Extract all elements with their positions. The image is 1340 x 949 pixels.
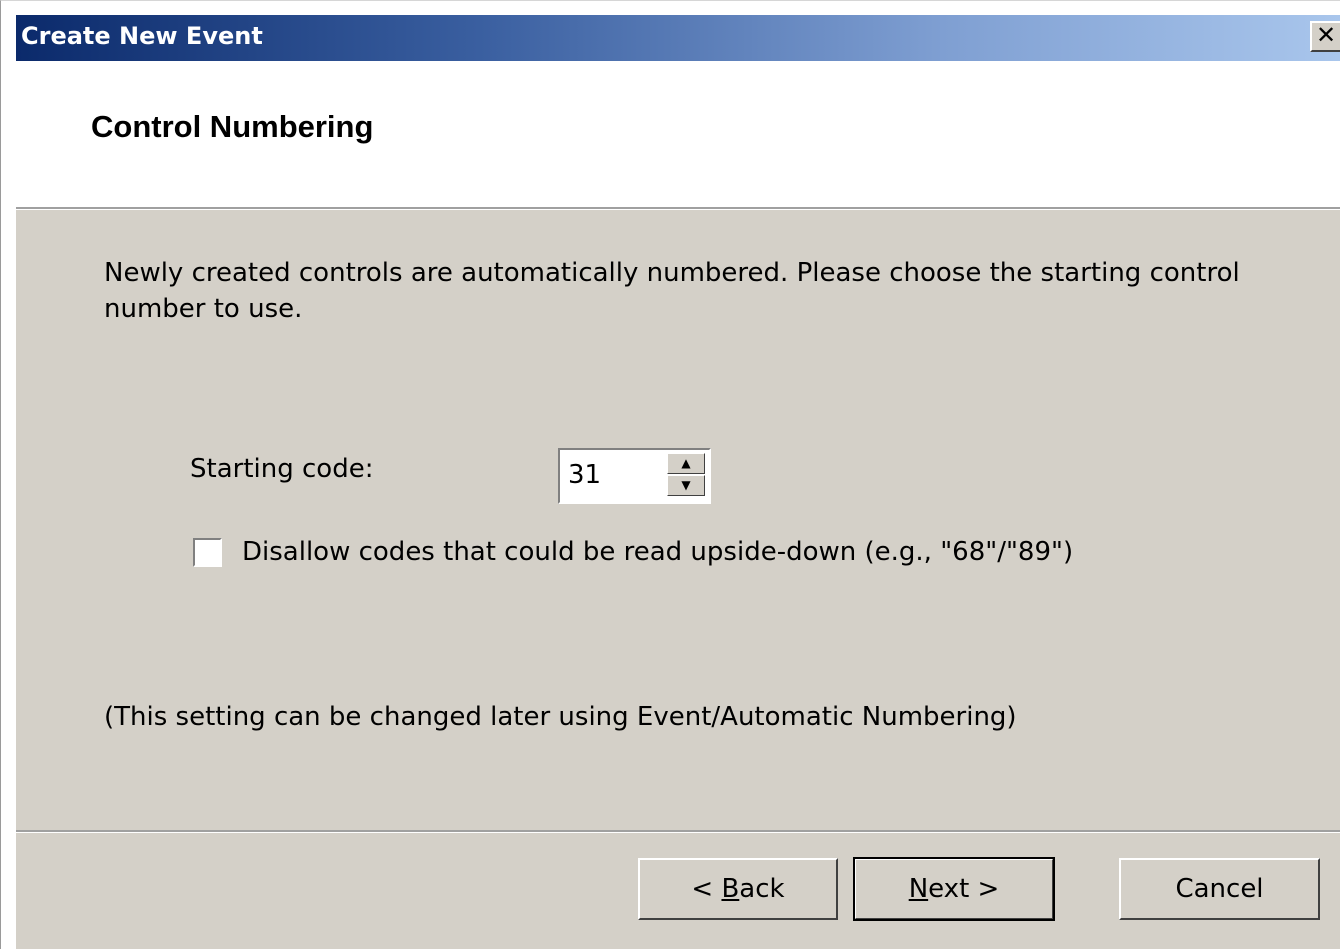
close-button[interactable]: ✕ bbox=[1310, 21, 1340, 52]
next-button[interactable]: Next > bbox=[853, 857, 1055, 921]
back-button[interactable]: < Back bbox=[638, 858, 838, 920]
header-panel: Control Numbering bbox=[16, 61, 1340, 208]
disallow-upside-down-label[interactable]: Disallow codes that could be read upside… bbox=[242, 537, 1073, 567]
next-mnemonic: N bbox=[908, 874, 929, 904]
spin-up-button[interactable]: ▲ bbox=[667, 453, 705, 474]
cancel-button[interactable]: Cancel bbox=[1119, 858, 1320, 920]
footer-divider bbox=[16, 830, 1340, 833]
starting-code-input[interactable]: 31 bbox=[568, 460, 601, 490]
window-title: Create New Event bbox=[21, 22, 263, 50]
arrow-up-icon: ▲ bbox=[681, 456, 691, 470]
description-text: Newly created controls are automatically… bbox=[104, 258, 1240, 324]
page-title: Control Numbering bbox=[91, 109, 374, 144]
starting-code-stepper[interactable]: 31 ▲ ▼ bbox=[558, 448, 711, 504]
title-bar[interactable]: Create New Event ✕ bbox=[16, 15, 1340, 61]
spin-down-button[interactable]: ▼ bbox=[667, 475, 705, 496]
starting-code-label: Starting code: bbox=[190, 454, 374, 484]
body-panel: Newly created controls are automatically… bbox=[16, 210, 1340, 949]
back-prefix: < bbox=[691, 874, 722, 904]
back-mnemonic: B bbox=[721, 874, 740, 904]
next-rest: ext > bbox=[928, 874, 1000, 904]
arrow-down-icon: ▼ bbox=[681, 478, 691, 492]
disallow-upside-down-checkbox[interactable] bbox=[193, 538, 222, 567]
settings-note: (This setting can be changed later using… bbox=[104, 702, 1017, 732]
back-rest: ack bbox=[739, 874, 785, 904]
close-icon: ✕ bbox=[1315, 21, 1337, 49]
